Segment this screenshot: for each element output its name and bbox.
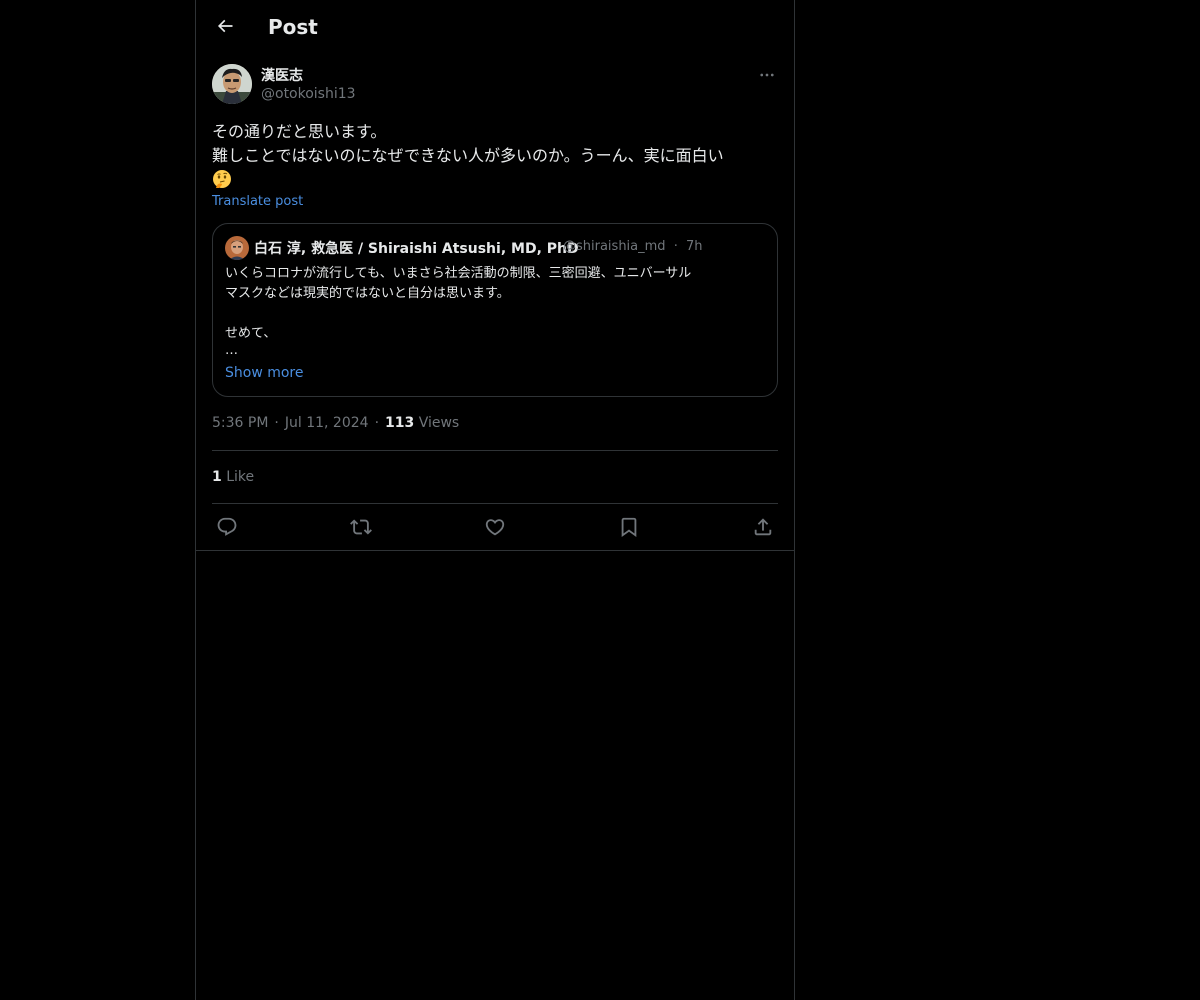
repost-button[interactable] [346, 514, 376, 540]
quoted-author-meta: @shiraishia_md · 7h [563, 239, 703, 254]
heart-icon [485, 519, 505, 536]
post-text-line: その通りだと思います。 [212, 122, 387, 141]
more-options-button[interactable] [756, 64, 778, 86]
meta-separator: · [274, 415, 279, 431]
post-detail-column: Post 漢医志 @otokoishi13 その通りだと思います。 難しことでは… [195, 0, 795, 1000]
author-handle[interactable]: @otokoishi13 [261, 86, 356, 102]
thinking-face-emoji-icon [213, 170, 231, 188]
quoted-time: 7h [685, 239, 703, 254]
post-bottom-divider [196, 550, 794, 551]
quoted-separator: · [673, 239, 678, 254]
ellipsis-icon [760, 73, 774, 77]
post-actions [212, 514, 778, 540]
quoted-author-name: 白石 淳, 救急医 / Shiraishi Atsushi, MD, PhD [254, 241, 579, 257]
reply-button[interactable] [212, 514, 242, 540]
repost-icon [350, 519, 372, 535]
post-date[interactable]: Jul 11, 2024 [285, 415, 369, 431]
likes-count: 1 [212, 469, 222, 485]
show-more-link[interactable]: Show more [225, 365, 304, 381]
author-name[interactable]: 漢医志 [261, 65, 303, 85]
post-text: その通りだと思います。 難しことではないのになぜできない人が多いのか。うーん、実… [212, 120, 778, 192]
reply-icon [217, 517, 237, 536]
post-time[interactable]: 5:36 PM [212, 415, 268, 431]
likes-label: Like [226, 469, 255, 485]
meta-separator: · [374, 415, 380, 431]
bookmark-button[interactable] [614, 514, 644, 540]
share-button[interactable] [748, 514, 778, 540]
quoted-author-avatar[interactable] [225, 236, 249, 260]
quoted-text: いくらコロナが流行しても、いまさら社会活動の制限、三密回避、ユニバーサル マスク… [225, 264, 765, 358]
bookmark-icon [621, 517, 637, 538]
quoted-avatar-image [225, 236, 249, 260]
divider [212, 503, 778, 504]
translate-post-link[interactable]: Translate post [212, 194, 303, 209]
likes-summary[interactable]: 1 Like [212, 469, 254, 485]
page-header: Post [196, 0, 794, 53]
divider [212, 450, 778, 451]
quoted-text-line: マスクなどは現実的ではないと自分は思います。 [225, 286, 510, 301]
page-title: Post [268, 15, 318, 39]
arrow-left-icon [217, 19, 233, 33]
avatar[interactable] [212, 64, 252, 104]
post-text-line: 難しことではないのになぜできない人が多いのか。うーん、実に面白い [212, 146, 724, 165]
post-meta: 5:36 PM · Jul 11, 2024 · 113 Views [212, 415, 459, 431]
quoted-text-line: せめて、 [225, 326, 277, 341]
share-icon [754, 518, 772, 536]
quoted-text-line: … [225, 343, 238, 358]
views-label: Views [418, 415, 460, 431]
author-avatar-image [212, 64, 252, 104]
like-button[interactable] [480, 514, 510, 540]
quoted-text-line: いくらコロナが流行しても、いまさら社会活動の制限、三密回避、ユニバーサル [225, 266, 692, 281]
quoted-text-line [225, 304, 765, 324]
back-button[interactable] [208, 9, 242, 43]
views-count: 113 [385, 415, 415, 431]
quoted-author-handle: @shiraishia_md [563, 239, 666, 254]
quoted-post[interactable]: 白石 淳, 救急医 / Shiraishi Atsushi, MD, PhD @… [212, 223, 778, 397]
